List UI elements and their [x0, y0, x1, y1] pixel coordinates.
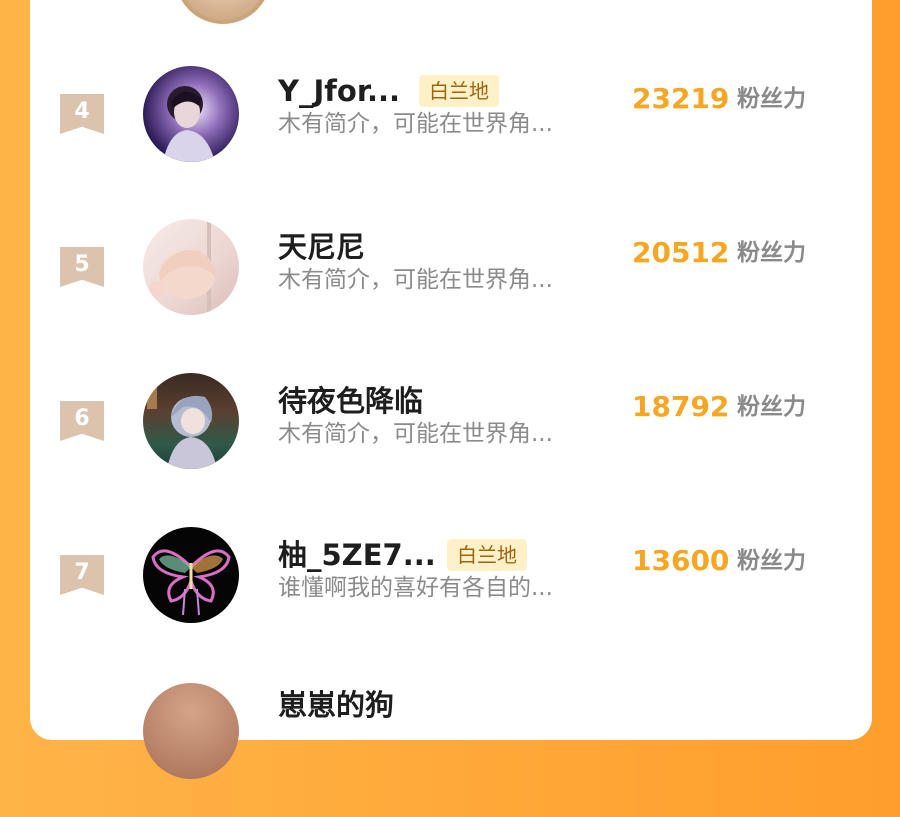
ranking-card: 4 Y_Jfor... 白兰地 木有简介，可能在世界角... 23219 粉丝力…	[30, 0, 872, 779]
anime-character-icon	[149, 219, 215, 315]
level-badge: 白兰地	[419, 75, 499, 107]
rank-tag: 7	[60, 555, 104, 595]
fan-score-unit: 粉丝力	[737, 548, 806, 574]
user-bio: 木有简介，可能在世界角...	[278, 267, 553, 293]
ranking-row[interactable]: 6 待夜色降临 木有简介，可能在世界角... 18792 粉丝力	[30, 373, 872, 509]
fan-score: 20512	[632, 236, 730, 269]
user-bio: 木有简介，可能在世界角...	[278, 111, 553, 137]
avatar-partial-top[interactable]	[175, 0, 271, 24]
user-name[interactable]: 崽崽的狗	[278, 687, 394, 723]
avatar[interactable]	[143, 527, 239, 623]
rank-tag: 5	[60, 247, 104, 287]
user-name[interactable]: 柚_5ZE7...	[278, 537, 436, 573]
ranking-row-partial[interactable]: 崽崽的狗	[30, 683, 872, 817]
rank-tag: 4	[60, 94, 104, 134]
ranking-row[interactable]: 5 天尼尼 木有简介，可能在世界角... 20512 粉丝力	[30, 219, 872, 355]
fan-score-unit: 粉丝力	[737, 86, 806, 112]
avatar[interactable]	[143, 219, 239, 315]
ranking-row[interactable]: 7 柚_5ZE7... 白兰地 谁懂啊我的喜好有各自的... 13600 粉丝力	[30, 527, 872, 663]
fan-score: 13600	[632, 544, 730, 577]
user-name[interactable]: 天尼尼	[278, 229, 365, 265]
avatar[interactable]	[143, 373, 239, 469]
user-name[interactable]: 待夜色降临	[278, 383, 423, 419]
user-name[interactable]: Y_Jfor...	[278, 73, 400, 109]
user-bio: 谁懂啊我的喜好有各自的...	[278, 575, 553, 601]
butterfly-icon	[151, 549, 231, 616]
fan-score: 23219	[632, 82, 730, 115]
avatar[interactable]	[143, 683, 239, 779]
user-bio: 木有简介，可能在世界角...	[278, 421, 553, 447]
anime-character-icon	[147, 379, 217, 469]
fan-score-unit: 粉丝力	[737, 394, 806, 420]
ranking-row[interactable]: 4 Y_Jfor... 白兰地 木有简介，可能在世界角... 23219 粉丝力	[30, 66, 872, 201]
fan-score: 18792	[632, 390, 730, 423]
rank-tag: 6	[60, 401, 104, 441]
fan-score-unit: 粉丝力	[737, 240, 806, 266]
person-portrait-icon	[163, 86, 215, 162]
level-badge: 白兰地	[447, 539, 527, 571]
avatar[interactable]	[143, 66, 239, 162]
